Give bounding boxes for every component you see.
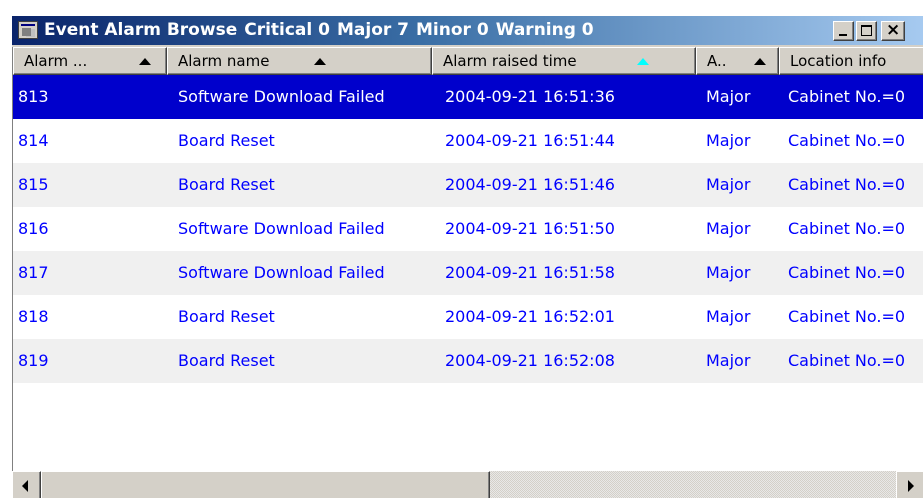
alarm-id-cell: 813 (18, 87, 49, 106)
list-header: Alarm ... Alarm name Alarm raised time A… (13, 47, 923, 75)
column-header-alarm-id[interactable]: Alarm ... (13, 47, 167, 75)
alarm-id-cell: 815 (18, 175, 49, 194)
column-header-alarm-name[interactable]: Alarm name (167, 47, 432, 75)
column-header-label: Alarm ... (24, 52, 88, 70)
maximize-button[interactable] (856, 21, 877, 41)
alarm-id-cell: 817 (18, 263, 49, 282)
alarm-id-cell: 814 (18, 131, 49, 150)
alarm-name-cell: Board Reset (178, 131, 275, 150)
critical-count: Critical 0 (244, 20, 330, 40)
alarm-severity-cell: Major (706, 307, 751, 326)
minor-count: Minor 0 (416, 20, 489, 40)
alarm-name-cell: Board Reset (178, 175, 275, 194)
sort-ascending-icon (314, 58, 326, 65)
alarm-name-cell: Software Download Failed (178, 263, 385, 282)
column-header-label: A.. (707, 52, 727, 70)
alarm-severity-cell: Major (706, 175, 751, 194)
scroll-left-button[interactable] (12, 471, 41, 498)
close-icon: × (886, 20, 901, 40)
alarm-time-cell: 2004-09-21 16:51:46 (445, 175, 615, 194)
table-row[interactable]: 819 Board Reset 2004-09-21 16:52:08 Majo… (13, 339, 923, 383)
column-header-label: Alarm name (178, 52, 270, 70)
table-row[interactable]: 815 Board Reset 2004-09-21 16:51:46 Majo… (13, 163, 923, 207)
alarm-id-cell: 818 (18, 307, 49, 326)
table-row[interactable]: 816 Software Download Failed 2004-09-21 … (13, 207, 923, 251)
column-header-label: Location info (790, 52, 887, 70)
column-header-location-info[interactable]: Location info (779, 47, 923, 75)
alarm-time-cell: 2004-09-21 16:51:36 (445, 87, 615, 106)
location-info-cell: Cabinet No.=0 (788, 307, 906, 326)
alarm-id-cell: 816 (18, 219, 49, 238)
alarm-name-cell: Software Download Failed (178, 87, 385, 106)
table-row[interactable]: 817 Software Download Failed 2004-09-21 … (13, 251, 923, 295)
sort-ascending-icon (754, 58, 766, 65)
alarm-name-cell: Board Reset (178, 307, 275, 326)
minimize-button[interactable] (833, 21, 854, 41)
alarm-severity-cell: Major (706, 87, 751, 106)
location-info-cell: Cabinet No.=0 (788, 87, 906, 106)
alarm-name-cell: Software Download Failed (178, 219, 385, 238)
location-info-cell: Cabinet No.=0 (788, 131, 906, 150)
scrollbar-thumb[interactable] (41, 471, 490, 498)
column-header-alarm-severity[interactable]: A.. (696, 47, 779, 75)
alarm-list[interactable]: Alarm ... Alarm name Alarm raised time A… (12, 47, 923, 471)
sort-ascending-icon (139, 58, 151, 65)
window-title: Event Alarm Browse (44, 20, 238, 40)
close-button[interactable]: × (881, 20, 905, 41)
alarm-severity-cell: Major (706, 219, 751, 238)
scroll-right-button[interactable] (896, 471, 923, 498)
location-info-cell: Cabinet No.=0 (788, 351, 906, 370)
app-window-icon[interactable] (18, 21, 38, 39)
warning-count: Warning 0 (495, 20, 594, 40)
column-header-alarm-raised-time[interactable]: Alarm raised time (432, 47, 696, 75)
alarm-severity-cell: Major (706, 131, 751, 150)
column-header-label: Alarm raised time (443, 52, 577, 70)
sort-active-icon (637, 58, 649, 65)
alarm-severity-cell: Major (706, 351, 751, 370)
alarm-severity-cell: Major (706, 263, 751, 282)
title-bar[interactable]: Event Alarm Browse Critical 0 Major 7 Minor… (12, 16, 923, 45)
major-count: Major 7 (336, 20, 410, 40)
location-info-cell: Cabinet No.=0 (788, 175, 906, 194)
alarm-time-cell: 2004-09-21 16:51:50 (445, 219, 615, 238)
event-alarm-browse-window: Event Alarm Browse Critical 0 Major 7 Minor… (10, 14, 923, 498)
alarm-name-cell: Board Reset (178, 351, 275, 370)
table-row[interactable]: 814 Board Reset 2004-09-21 16:51:44 Majo… (13, 119, 923, 163)
horizontal-scrollbar[interactable] (12, 471, 923, 498)
location-info-cell: Cabinet No.=0 (788, 219, 906, 238)
table-row[interactable]: 818 Board Reset 2004-09-21 16:52:01 Majo… (13, 295, 923, 339)
alarm-time-cell: 2004-09-21 16:51:44 (445, 131, 615, 150)
location-info-cell: Cabinet No.=0 (788, 263, 906, 282)
table-row[interactable]: 813 Software Download Failed 2004-09-21 … (13, 75, 923, 119)
alarm-id-cell: 819 (18, 351, 49, 370)
alarm-time-cell: 2004-09-21 16:52:01 (445, 307, 615, 326)
alarm-time-cell: 2004-09-21 16:51:58 (445, 263, 615, 282)
alarm-time-cell: 2004-09-21 16:52:08 (445, 351, 615, 370)
